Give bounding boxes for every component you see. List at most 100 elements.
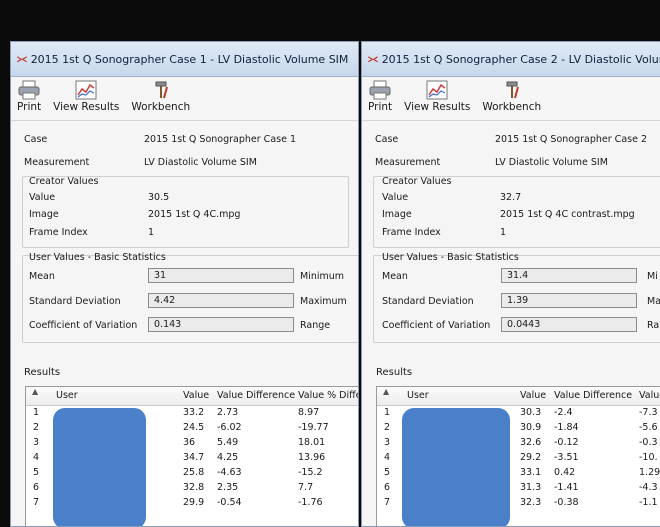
row-value-difference: -1.84 bbox=[554, 422, 579, 433]
tools-icon bbox=[501, 80, 523, 100]
row-number: 4 bbox=[33, 452, 40, 463]
row-value-percent-difference: -1.1 bbox=[639, 497, 658, 508]
tools-icon bbox=[150, 80, 172, 100]
row-value-percent-difference: 1.29 bbox=[639, 467, 660, 478]
row-value-difference: -6.02 bbox=[217, 422, 242, 433]
standard-deviation-field[interactable]: 1.39 bbox=[501, 293, 637, 308]
column-header-value[interactable]: Value bbox=[183, 390, 209, 401]
row-value: 34.7 bbox=[183, 452, 205, 463]
row-value-difference: 2.73 bbox=[217, 407, 239, 418]
row-number: 1 bbox=[33, 407, 40, 418]
row-value: 32.8 bbox=[183, 482, 205, 493]
row-value: 29.9 bbox=[183, 497, 205, 508]
column-header-value-difference[interactable]: Value Difference bbox=[554, 390, 632, 401]
view-results-button[interactable]: View Results bbox=[404, 80, 470, 113]
mean-label: Mean bbox=[29, 271, 55, 282]
row-value: 25.8 bbox=[183, 467, 205, 478]
row-value-difference: 0.42 bbox=[554, 467, 576, 478]
case-details: Case 2015 1st Q Sonographer Case 1 Measu… bbox=[11, 121, 358, 351]
results-table[interactable]: ▲ User Value Value Difference Value 130.… bbox=[376, 386, 660, 526]
case-value: 2015 1st Q Sonographer Case 1 bbox=[144, 134, 296, 145]
creator-values-header: Creator Values bbox=[382, 176, 452, 187]
value-label: Value bbox=[29, 192, 56, 203]
row-value: 33.2 bbox=[183, 407, 205, 418]
coefficient-of-variation-label: Coefficient of Variation bbox=[382, 320, 491, 331]
column-header-value-percent-difference[interactable]: Value bbox=[639, 390, 660, 401]
chart-icon bbox=[426, 80, 448, 100]
print-button[interactable]: Print bbox=[368, 80, 392, 113]
standard-deviation-label: Standard Deviation bbox=[29, 296, 121, 307]
frame-index-value: 1 bbox=[500, 227, 507, 238]
table-header: ▲ User Value Value Difference Value bbox=[377, 387, 660, 406]
printer-icon bbox=[18, 80, 40, 100]
window-titlebar[interactable]: ⪥ 2015 1st Q Sonographer Case 2 - LV Dia… bbox=[362, 42, 660, 77]
sort-up-icon[interactable]: ▲ bbox=[32, 387, 38, 396]
measurement-label: Measurement bbox=[24, 157, 90, 168]
frame-index-value: 1 bbox=[148, 227, 155, 238]
column-header-user[interactable]: User bbox=[407, 390, 429, 401]
app-icon: ⪥ bbox=[368, 52, 378, 65]
row-value-percent-difference: 18.01 bbox=[298, 437, 326, 448]
sort-up-icon[interactable]: ▲ bbox=[383, 387, 389, 396]
column-header-value[interactable]: Value bbox=[520, 390, 546, 401]
workbench-button[interactable]: Workbench bbox=[482, 80, 541, 113]
case2-window: ⪥ 2015 1st Q Sonographer Case 2 - LV Dia… bbox=[361, 41, 660, 527]
column-header-user[interactable]: User bbox=[56, 390, 78, 401]
window-title: 2015 1st Q Sonographer Case 2 - LV Diast… bbox=[381, 52, 660, 66]
row-value-percent-difference: -7.3 bbox=[639, 407, 658, 418]
column-header-value-percent-difference[interactable]: Value % Differen bbox=[298, 390, 358, 401]
row-number: 2 bbox=[33, 422, 40, 433]
statistics-header: User Values - Basic Statistics bbox=[29, 252, 166, 263]
app-icon: ⪥ bbox=[17, 52, 27, 65]
frame-index-label: Frame Index bbox=[29, 227, 88, 238]
redacted-user-names bbox=[53, 408, 146, 526]
case1-window: ⪥ 2015 1st Q Sonographer Case 1 - LV Dia… bbox=[10, 41, 359, 527]
mean-field[interactable]: 31 bbox=[148, 268, 294, 283]
row-number: 3 bbox=[33, 437, 40, 448]
row-number: 7 bbox=[384, 497, 391, 508]
standard-deviation-field[interactable]: 4.42 bbox=[148, 293, 294, 308]
row-value: 33.1 bbox=[520, 467, 542, 478]
toolbar: Print View Results Workbench bbox=[362, 77, 660, 121]
statistics-header: User Values - Basic Statistics bbox=[382, 252, 519, 263]
creator-values-header: Creator Values bbox=[29, 176, 99, 187]
row-number: 5 bbox=[384, 467, 391, 478]
measurement-label: Measurement bbox=[375, 157, 441, 168]
coefficient-of-variation-label: Coefficient of Variation bbox=[29, 320, 138, 331]
row-value-percent-difference: -19.77 bbox=[298, 422, 329, 433]
row-value-difference: -0.54 bbox=[217, 497, 242, 508]
value-value: 30.5 bbox=[148, 192, 170, 203]
row-value: 32.3 bbox=[520, 497, 542, 508]
image-label: Image bbox=[29, 209, 59, 220]
row-value: 36 bbox=[183, 437, 196, 448]
row-value-difference: 4.25 bbox=[217, 452, 239, 463]
row-number: 2 bbox=[384, 422, 391, 433]
coefficient-of-variation-field[interactable]: 0.0443 bbox=[501, 317, 637, 332]
results-table[interactable]: ▲ User Value Value Difference Value % Di… bbox=[25, 386, 358, 526]
row-number: 3 bbox=[384, 437, 391, 448]
minimum-label: Mi bbox=[647, 271, 658, 282]
row-value: 30.9 bbox=[520, 422, 542, 433]
case-details: Case 2015 1st Q Sonographer Case 2 Measu… bbox=[362, 121, 660, 351]
print-button[interactable]: Print bbox=[17, 80, 41, 113]
workbench-button[interactable]: Workbench bbox=[131, 80, 190, 113]
redacted-user-names bbox=[402, 408, 510, 526]
toolbar: Print View Results Workbench bbox=[11, 77, 358, 121]
range-label: Ra bbox=[647, 320, 660, 331]
row-value-difference: -2.4 bbox=[554, 407, 573, 418]
column-header-value-difference[interactable]: Value Difference bbox=[217, 390, 295, 401]
row-value-percent-difference: -15.2 bbox=[298, 467, 323, 478]
mean-field[interactable]: 31.4 bbox=[501, 268, 637, 283]
window-titlebar[interactable]: ⪥ 2015 1st Q Sonographer Case 1 - LV Dia… bbox=[11, 42, 358, 77]
row-value-difference: -1.41 bbox=[554, 482, 579, 493]
row-value-percent-difference: -0.3 bbox=[639, 437, 658, 448]
row-value: 29.2 bbox=[520, 452, 542, 463]
image-value: 2015 1st Q 4C contrast.mpg bbox=[500, 209, 635, 220]
chart-icon bbox=[75, 80, 97, 100]
coefficient-of-variation-field[interactable]: 0.143 bbox=[148, 317, 294, 332]
view-results-button[interactable]: View Results bbox=[53, 80, 119, 113]
row-number: 4 bbox=[384, 452, 391, 463]
row-value-difference: -0.12 bbox=[554, 437, 579, 448]
image-label: Image bbox=[382, 209, 412, 220]
maximum-label: Maximum bbox=[300, 296, 347, 307]
